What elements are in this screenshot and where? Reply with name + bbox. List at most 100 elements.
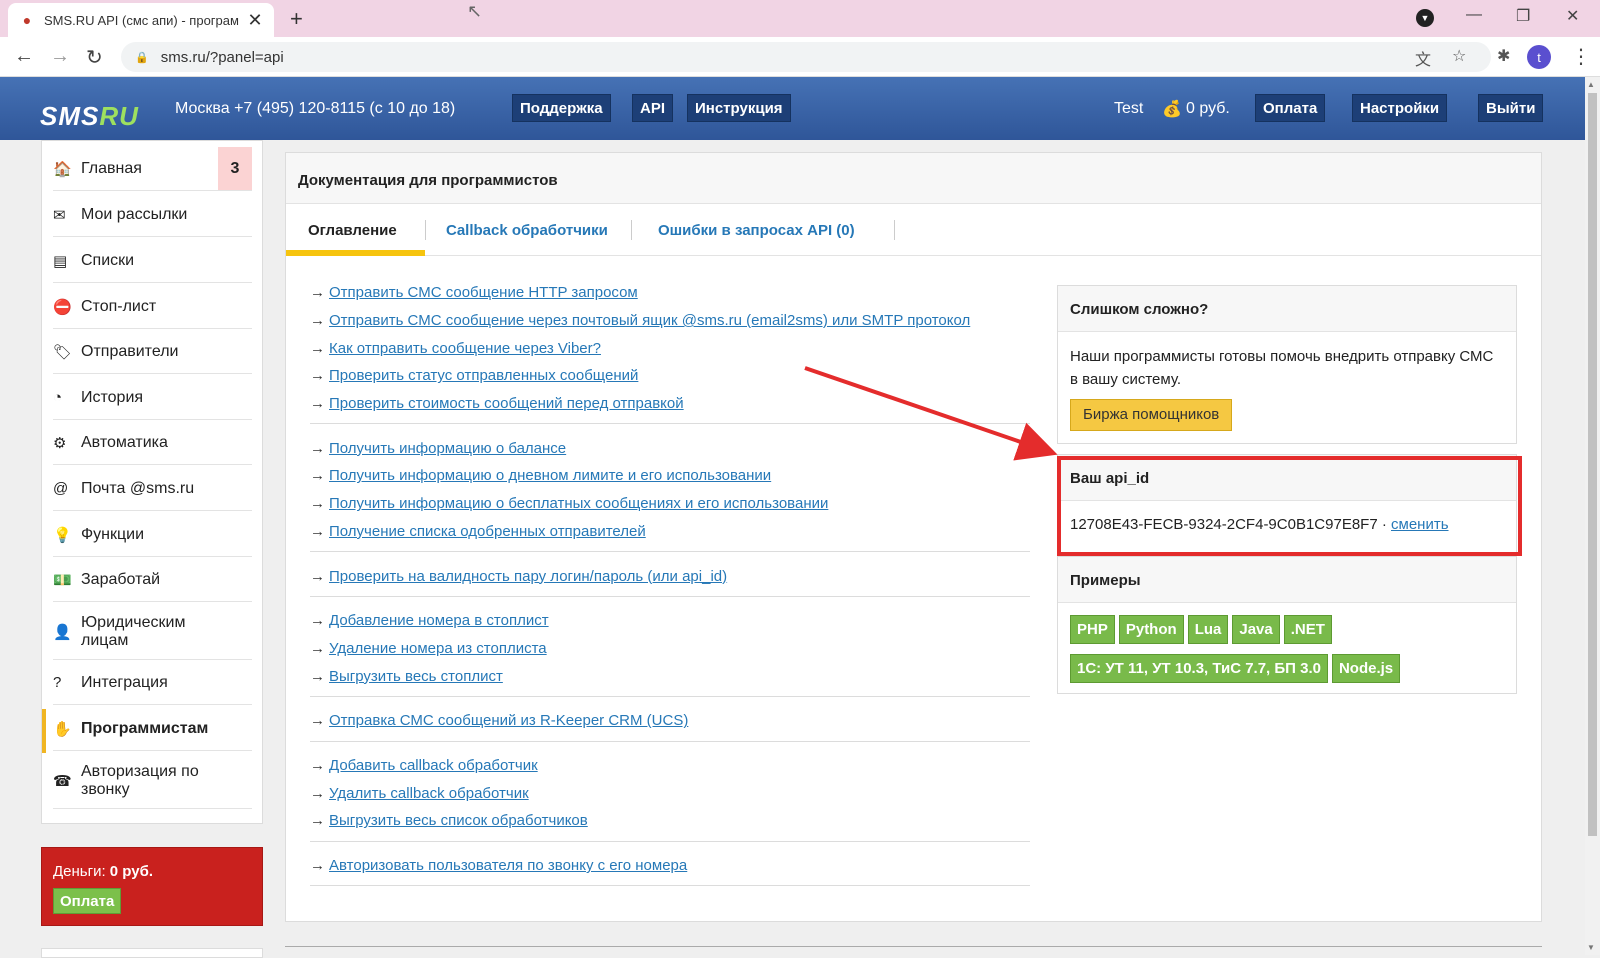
translate-icon[interactable]: 文 [1415, 46, 1431, 70]
sidebar-item[interactable]: 🏷 Отправители [53, 330, 252, 374]
example-button[interactable]: Lua [1187, 615, 1229, 644]
doc-link[interactable]: Получить информацию о балансе [329, 440, 566, 457]
doc-link[interactable]: Отправка СМС сообщений из R-Keeper CRM (… [329, 712, 688, 729]
tab-active-underline [286, 250, 425, 256]
sidebar-item-label: Мои рассылки [81, 205, 188, 223]
sidebar-item[interactable]: ▤ Списки [53, 239, 252, 283]
arrow-icon: → [310, 667, 325, 685]
sidebar-next-box [41, 948, 263, 958]
scroll-up-icon[interactable]: ▲ [1587, 80, 1595, 89]
doc-link[interactable]: Получить информацию о бесплатных сообщен… [329, 495, 828, 512]
list-item: → Проверить стоимость сообщений перед отп… [310, 390, 1030, 418]
sidebar-item[interactable]: ⚙ Автоматика [53, 421, 252, 465]
at-icon: @ [53, 480, 69, 497]
arrow-icon: → [310, 857, 325, 875]
link-group: → Отправка СМС сообщений из R-Keeper CRM … [310, 707, 1030, 742]
address-bar[interactable]: 🔒 sms.ru/?panel=api [121, 42, 1491, 72]
sidebar-item[interactable]: @ Почта @sms.ru [53, 467, 252, 511]
doc-link[interactable]: Получить информацию о дневном лимите и е… [329, 467, 771, 484]
sidebar-item[interactable]: ⛔ Стоп-лист [53, 285, 252, 329]
lock-icon[interactable]: 🔒 [135, 51, 149, 64]
browser-menu-icon[interactable]: ⋮ [1571, 44, 1591, 69]
sidebar-item[interactable]: 💡 Функции [53, 513, 252, 557]
site-logo[interactable]: SMSRU [40, 101, 139, 132]
example-button[interactable]: PHP [1070, 615, 1115, 644]
doc-link[interactable]: Выгрузить весь стоплист [329, 668, 503, 685]
tab-close-icon[interactable]: ✕ [246, 10, 264, 31]
helpers-exchange-button[interactable]: Биржа помощников [1070, 399, 1233, 431]
example-button[interactable]: .NET [1283, 615, 1332, 644]
back-icon[interactable]: ← [14, 45, 34, 68]
sidebar-item[interactable]: ◔ История [53, 376, 252, 420]
doc-link[interactable]: Как отправить сообщение через Viber? [329, 340, 601, 357]
doc-link[interactable]: Отправить СМС сообщение через почтовый я… [329, 312, 970, 329]
nav-api[interactable]: API [632, 94, 674, 122]
arrow-icon: → [310, 522, 325, 540]
forward-icon[interactable]: → [50, 45, 70, 68]
example-button[interactable]: Python [1118, 615, 1184, 644]
panel-header: Документация для программистов [286, 153, 1541, 204]
tab-callback[interactable]: Callback обработчики [446, 222, 608, 239]
sidebar-item-label: Юридическим лицам [81, 613, 186, 649]
nav-support[interactable]: Поддержка [512, 94, 611, 122]
new-tab-button[interactable]: + [290, 6, 303, 32]
arrow-icon: → [310, 495, 325, 513]
arrow-icon: → [310, 567, 325, 585]
sidebar-item[interactable]: ✉ Мои рассылки [53, 193, 252, 237]
star-icon[interactable]: ☆ [1452, 46, 1466, 66]
list-item: → Выгрузить весь стоплист [310, 662, 1030, 690]
doc-link[interactable]: Проверить статус отправленных сообщений [329, 367, 638, 384]
sidebar-item[interactable]: ? Интеграция [53, 661, 252, 705]
scroll-thumb[interactable] [1588, 93, 1597, 836]
reload-icon[interactable]: ↻ [86, 45, 103, 70]
tab-errors[interactable]: Ошибки в запросах API (0) [658, 222, 855, 239]
money-box: Деньги: 0 руб. Оплата [41, 847, 263, 926]
sidebar-item[interactable]: ✋ Программистам [53, 707, 252, 751]
example-button[interactable]: 1С: УТ 11, УТ 10.3, ТиС 7.7, БП 3.0 [1070, 654, 1328, 683]
doc-link[interactable]: Выгрузить весь список обработчиков [329, 812, 588, 829]
city-phone: Москва +7 (495) 120-8115 (с 10 до 18) [175, 100, 456, 117]
minimize-button[interactable]: — [1466, 6, 1482, 24]
arrow-icon: → [310, 367, 325, 385]
example-button[interactable]: Java [1232, 615, 1280, 644]
logout-button[interactable]: Выйти [1478, 94, 1544, 122]
doc-link[interactable]: Удаление номера из стоплиста [329, 640, 547, 657]
tab-search-icon[interactable]: ▼ [1416, 9, 1434, 27]
sidebar-item-label: Главная [81, 159, 142, 177]
sidebar-item[interactable]: 🏠 Главная 3 [53, 147, 252, 191]
nav-instruction[interactable]: Инструкция [687, 94, 791, 122]
settings-button[interactable]: Настройки [1352, 94, 1448, 122]
sidebar-pay-button[interactable]: Оплата [53, 888, 122, 914]
doc-link[interactable]: Проверить стоимость сообщений перед отпр… [329, 395, 684, 412]
arrow-icon: → [310, 395, 325, 413]
page-scrollbar[interactable]: ▲ ▼ [1585, 77, 1600, 955]
sidebar-item[interactable]: 👤 Юридическим лицам [53, 604, 252, 660]
doc-link[interactable]: Добавить callback обработчик [329, 757, 538, 774]
doc-link[interactable]: Авторизовать пользователя по звонку с ег… [329, 857, 687, 874]
sidebar-item-label: Стоп-лист [81, 297, 157, 315]
doc-link[interactable]: Отправить СМС сообщение HTTP запросом [329, 284, 638, 301]
extensions-icon[interactable]: ✱ [1497, 46, 1510, 66]
browser-tab[interactable]: ● SMS.RU API (смс апи) - програм ✕ [8, 3, 274, 37]
window-close-button[interactable]: ✕ [1566, 6, 1579, 26]
automation-icon: ⚙ [53, 434, 67, 452]
tab-divider [425, 220, 426, 240]
tab-contents[interactable]: Оглавление [308, 222, 397, 239]
list-item: → Удалить callback обработчик [310, 779, 1030, 807]
link-group: → Авторизовать пользователя по звонку с е… [310, 852, 1030, 887]
pay-button[interactable]: Оплата [1255, 94, 1326, 122]
doc-link[interactable]: Добавление номера в стоплист [329, 612, 549, 629]
sidebar-item[interactable]: ☎ Авторизация по звонку [53, 753, 252, 809]
scroll-down-icon[interactable]: ▼ [1587, 943, 1595, 952]
doc-link[interactable]: Получение списка одобренных отправителей [329, 523, 646, 540]
profile-avatar[interactable]: t [1527, 45, 1551, 69]
senders-icon: 🏷 [53, 343, 73, 361]
example-button[interactable]: Node.js [1331, 654, 1401, 683]
arrow-icon: → [310, 312, 325, 330]
doc-link[interactable]: Удалить callback обработчик [329, 785, 529, 802]
doc-link[interactable]: Проверить на валидность пару логин/парол… [329, 568, 727, 585]
restore-button[interactable]: ❐ [1516, 6, 1530, 26]
highlight-frame [1057, 456, 1522, 556]
sidebar-item[interactable]: 💵 Заработай [53, 558, 252, 602]
api-links-list: → Отправить СМС сообщение HTTP запросом → О… [310, 279, 1030, 896]
